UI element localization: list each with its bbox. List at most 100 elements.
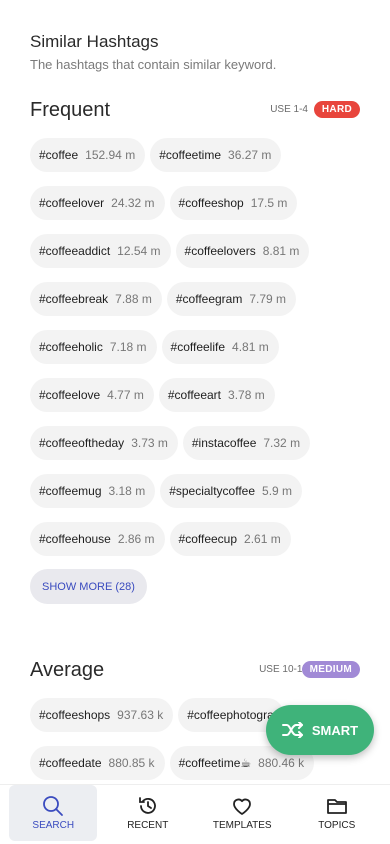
average-section-header: Average USE 10-15 MEDIUM [30, 659, 360, 685]
folder-icon [326, 799, 347, 814]
nav-label-search: SEARCH [32, 820, 75, 831]
average-title: Average [30, 659, 105, 681]
bottom-navigation: SEARCH RECENT TEMPLATES TOPICS [0, 784, 390, 844]
history-icon [138, 797, 156, 814]
content-area[interactable]: Similar Hashtags The hashtags that conta… [0, 0, 390, 784]
tag-row: #coffeeoftheday 3.73 m #instacoffee 7.32 m [30, 426, 390, 460]
hashtag-label: #coffeedate [39, 756, 102, 770]
hashtag-label: #instacoffee [191, 436, 257, 450]
hashtag-label: #specialtycoffee [169, 484, 256, 498]
frequent-use-range: USE 1-4 [270, 104, 308, 115]
hashtag-chip[interactable]: #coffeelovers 8.81 m [175, 234, 310, 268]
hashtag-chip[interactable]: #coffeelove 4.77 m [30, 378, 154, 412]
hashtag-label: #coffeephotogra [187, 708, 274, 722]
difficulty-badge-medium: MEDIUM [301, 661, 360, 678]
hashtag-count: 7.18 m [109, 340, 147, 354]
hashtag-count: 3.18 m [108, 484, 146, 498]
hashtag-label: #coffeehouse [39, 532, 111, 546]
tag-row: #coffeeholic 7.18 m #coffeelife 4.81 m [30, 330, 390, 364]
hashtag-chip[interactable]: #coffeeoftheday 3.73 m [30, 426, 178, 460]
hashtag-count: 4.77 m [107, 388, 144, 402]
hashtag-count: 5.9 m [262, 484, 293, 498]
hashtag-label: #coffeeaddict [39, 244, 111, 258]
hashtag-chip[interactable]: #coffeeshop 17.5 m [169, 186, 298, 220]
hashtag-chip[interactable]: #coffeehouse 2.86 m [30, 522, 165, 556]
hashtag-label: #coffeeshops [39, 708, 111, 722]
hashtag-chip[interactable]: #coffeebreak 7.88 m [30, 282, 162, 316]
page-subtitle: The hashtags that contain similar keywor… [30, 57, 277, 72]
hashtag-count: 24.32 m [111, 196, 155, 210]
hashtag-label: #coffeetime☕ [178, 756, 252, 770]
nav-item-search[interactable]: SEARCH [9, 785, 98, 841]
average-use-range: USE 10-15 [259, 664, 308, 675]
difficulty-badge-hard: HARD [313, 101, 360, 118]
hashtag-count: 36.27 m [228, 148, 272, 162]
hashtag-count: 937.63 k [117, 708, 164, 722]
hashtag-chip[interactable]: #coffeegram 7.79 m [166, 282, 297, 316]
hashtag-chip[interactable]: #coffeeart 3.78 m [158, 378, 275, 412]
hashtag-chip[interactable]: #specialtycoffee 5.9 m [160, 474, 303, 508]
hashtag-count: 2.86 m [117, 532, 155, 546]
show-more-button[interactable]: SHOW MORE (28) [30, 569, 147, 604]
nav-label-topics: TOPICS [318, 820, 356, 831]
nav-item-recent[interactable]: RECENT [104, 785, 192, 841]
hashtag-label: #coffeelove [39, 388, 101, 402]
hashtag-label: #coffeebreak [39, 292, 109, 306]
smart-button-label: SMART [311, 722, 359, 738]
hashtag-chip[interactable]: #coffeetime 36.27 m [150, 138, 282, 172]
hashtag-label: #coffeelife [170, 340, 226, 354]
hashtag-count: 3.73 m [131, 436, 168, 450]
hashtag-chip[interactable]: #coffee 152.94 m [30, 138, 146, 172]
frequent-title: Frequent [30, 99, 111, 121]
hashtag-label: #coffeeshop [178, 196, 244, 210]
hashtag-count: 3.78 m [228, 388, 265, 402]
tag-row: #coffeeaddict 12.54 m #coffeelovers 8.81 m [30, 234, 390, 268]
hashtag-chip[interactable]: #coffeemug 3.18 m [30, 474, 156, 508]
hashtag-label: #coffeelover [39, 196, 105, 210]
hashtag-count: 7.79 m [249, 292, 287, 306]
hashtag-label: #coffeelovers [184, 244, 256, 258]
hashtag-count: 12.54 m [117, 244, 161, 258]
frequent-section-header: Frequent USE 1-4 HARD [30, 99, 360, 125]
nav-label-recent: RECENT [127, 820, 169, 831]
hashtag-chip[interactable]: #coffeecup 2.61 m [169, 522, 291, 556]
hashtag-label: #coffeeart [167, 388, 222, 402]
nav-label-templates: TEMPLATES [212, 820, 272, 831]
hashtag-label: #coffee [39, 148, 79, 162]
hashtag-count: 2.61 m [244, 532, 281, 546]
tag-row: #coffeemug 3.18 m #specialtycoffee 5.9 m [30, 474, 390, 508]
hashtag-count: 7.32 m [263, 436, 301, 450]
hashtag-count: 880.85 k [108, 756, 155, 770]
hashtag-count: 152.94 m [85, 148, 136, 162]
hashtag-chip[interactable]: #coffeelover 24.32 m [30, 186, 165, 220]
hashtag-count: 8.81 m [262, 244, 300, 258]
hashtag-chip[interactable]: #coffeeshops 937.63 k [30, 698, 174, 732]
hashtag-count: 880.46 k [258, 756, 305, 770]
tag-row: #coffee 152.94 m #coffeetime 36.27 m [30, 138, 390, 172]
tag-row: #coffeelove 4.77 m #coffeeart 3.78 m [30, 378, 390, 412]
frequent-tag-list: #coffee 152.94 m #coffeetime 36.27 m #coffee… [30, 138, 390, 570]
hashtag-count: 4.81 m [232, 340, 269, 354]
hashtag-label: #coffeeoftheday [39, 436, 125, 450]
hashtag-chip[interactable]: #coffeedate 880.85 k [30, 746, 165, 780]
hashtag-count: 17.5 m [250, 196, 288, 210]
hashtag-count: 7.88 m [115, 292, 152, 306]
page-title: Similar Hashtags [30, 32, 159, 51]
hashtag-label: #coffeemug [39, 484, 102, 498]
hashtag-label: #coffeegram [175, 292, 243, 306]
heart-icon [233, 798, 252, 815]
hashtag-label: #coffeecup [178, 532, 238, 546]
tag-row: #coffeelover 24.32 m #coffeeshop 17.5 m [30, 186, 390, 220]
tag-row: #coffeehouse 2.86 m #coffeecup 2.61 m [30, 522, 390, 556]
hashtag-label: #coffeetime [159, 148, 222, 162]
shuffle-icon [281, 722, 303, 738]
hashtag-chip[interactable]: #coffeeholic 7.18 m [30, 330, 157, 364]
hashtag-chip[interactable]: #coffeelife 4.81 m [161, 330, 279, 364]
hashtag-chip[interactable]: #instacoffee 7.32 m [182, 426, 311, 460]
hashtag-chip[interactable]: #coffeeaddict 12.54 m [30, 234, 171, 268]
nav-item-templates[interactable]: TEMPLATES [198, 785, 286, 841]
hashtag-label: #coffeeholic [39, 340, 103, 354]
search-icon [43, 796, 64, 816]
smart-button[interactable]: SMART [266, 705, 374, 755]
nav-item-topics[interactable]: TOPICS [293, 785, 381, 841]
